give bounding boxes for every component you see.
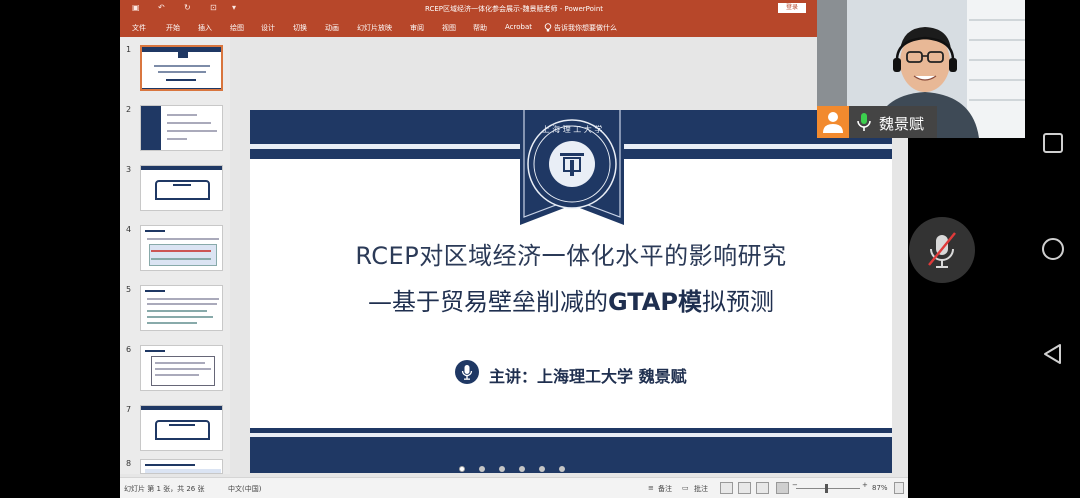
tab-slideshow[interactable]: 幻灯片放映 [357,23,392,33]
university-seal-banner: 上 海 理 工 大 学 [520,110,624,225]
tab-acrobat[interactable]: Acrobat [505,23,532,31]
svg-text:上 海 理 工 大 学: 上 海 理 工 大 学 [542,124,603,134]
zoom-slider[interactable] [796,488,860,489]
title-bar: ▣ ↶ ↻ ⊡ ▾ RCEP区域经济一体化参会展示-魏景赋老师 - PowerP… [120,0,908,17]
page-dot[interactable] [539,466,545,472]
comments-icon[interactable]: ▭ [682,484,689,492]
mic-icon [855,112,873,136]
notes-icon[interactable]: ≡ [648,484,654,492]
person-icon [817,106,849,138]
zoom-slider-handle[interactable] [825,484,828,493]
tab-file[interactable]: 文件 [132,23,146,33]
participant-nametag: 魏景赋 [817,106,937,138]
bottom-band [250,428,892,473]
reading-view-icon[interactable] [756,482,769,494]
speaker-name: 主讲：上海理工大学 魏景赋 [489,367,687,386]
tab-home[interactable]: 开始 [166,23,180,33]
slideshow-view-icon[interactable] [776,482,789,494]
screen: ▣ ↶ ↻ ⊡ ▾ RCEP区域经济一体化参会展示-魏景赋老师 - PowerP… [0,0,1080,498]
participant-name: 魏景赋 [879,115,925,133]
current-slide[interactable]: 上 海 理 工 大 学 RCEP对区域经济一体化水平的影响研究 —基于贸易壁垒削… [250,110,892,473]
tell-me-search[interactable]: 告诉我你想要做什么 [554,23,617,33]
status-bar: 幻灯片 第 1 张，共 26 张 中文(中国) ≡ 备注 ▭ 批注 − + 87… [120,477,908,498]
zoom-in-icon[interactable]: + [862,481,868,489]
page-dot[interactable] [479,466,485,472]
ribbon-tabs: 文件 开始 插入 绘图 设计 切换 动画 幻灯片放映 审阅 视图 帮助 Acro… [120,17,908,37]
tab-animations[interactable]: 动画 [325,23,339,33]
lightbulb-icon [544,23,552,34]
square-icon[interactable] [1041,131,1065,155]
comments-button[interactable]: 批注 [694,484,708,494]
tab-insert[interactable]: 插入 [198,23,212,33]
mute-toggle-button[interactable] [909,217,975,283]
circle-icon[interactable] [1041,237,1065,261]
tab-view[interactable]: 视图 [442,23,456,33]
page-dot[interactable] [499,466,505,472]
powerpoint-window: ▣ ↶ ↻ ⊡ ▾ RCEP区域经济一体化参会展示-魏景赋老师 - PowerP… [120,0,908,498]
mic-icon [455,360,479,384]
language-indicator[interactable]: 中文(中国) [228,484,261,494]
tab-help[interactable]: 帮助 [473,23,487,33]
tab-transitions[interactable]: 切换 [293,23,307,33]
slide-title-line2: —基于贸易壁垒削减的GTAP模拟预测 [368,288,774,316]
page-dot[interactable] [559,466,565,472]
slide-count: 幻灯片 第 1 张，共 26 张 [124,485,205,493]
tab-draw[interactable]: 绘图 [230,23,244,33]
normal-view-icon[interactable] [720,482,733,494]
back-triangle-icon[interactable] [1041,342,1065,366]
tab-review[interactable]: 审阅 [410,23,424,33]
slide-editor[interactable]: 上 海 理 工 大 学 RCEP对区域经济一体化水平的影响研究 —基于贸易壁垒削… [230,37,908,474]
login-button[interactable]: 登录 [778,3,806,13]
tab-design[interactable]: 设计 [261,23,275,33]
page-dot-active[interactable] [459,466,465,472]
zoom-level[interactable]: 87% [872,484,888,492]
slide-thumbnail-panel[interactable]: 1 2 3 4 5 6 7 8 [120,37,230,474]
slide-title-line1: RCEP对区域经济一体化水平的影响研究 [355,242,787,270]
fit-slide-icon[interactable] [894,482,904,494]
page-dot[interactable] [519,466,525,472]
slide-sorter-icon[interactable] [738,482,751,494]
mic-muted-icon [928,232,956,268]
notes-button[interactable]: 备注 [658,484,672,494]
